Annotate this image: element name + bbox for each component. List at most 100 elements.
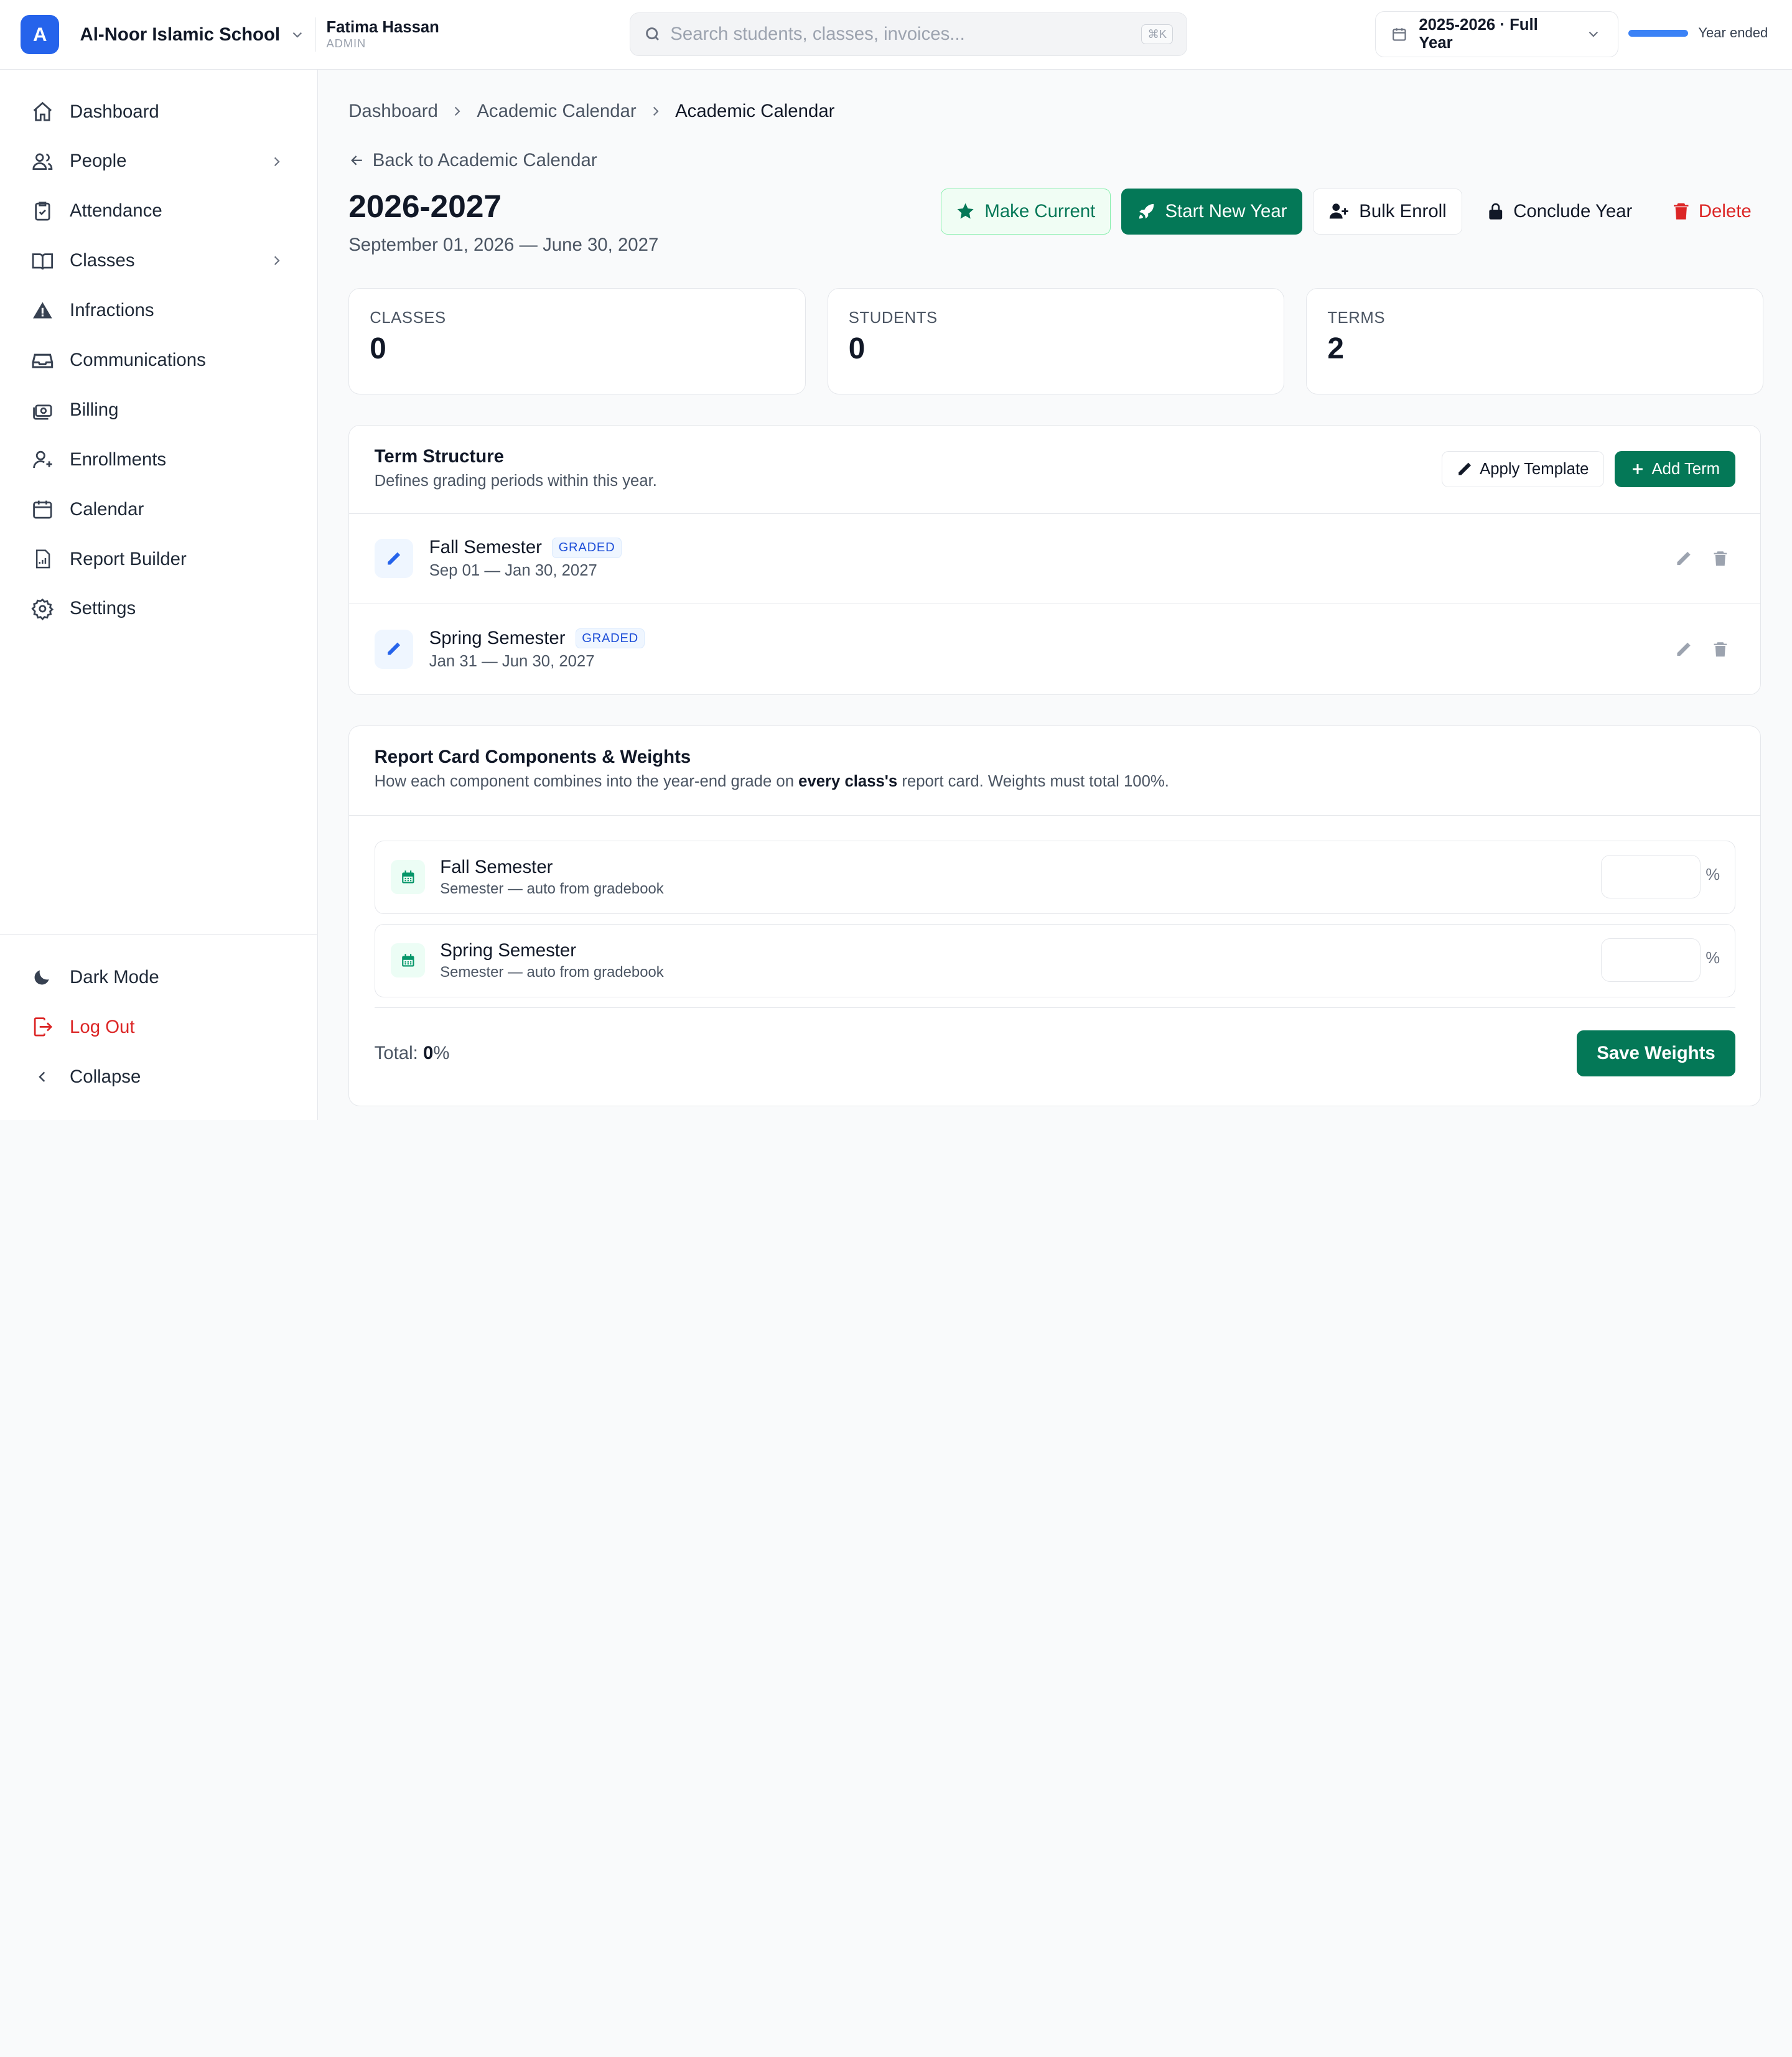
term-name: Spring Semester — [429, 628, 566, 649]
total-value: 0 — [422, 1043, 434, 1064]
sidebar-item-settings[interactable]: Settings — [0, 584, 317, 633]
term-dates: Jan 31 — Jun 30, 2027 — [429, 652, 595, 670]
make-current-button[interactable]: Make Current — [940, 189, 1111, 235]
delete-year-button[interactable]: Delete — [1658, 189, 1766, 234]
sidebar-item-people[interactable]: People — [0, 136, 317, 186]
logout-label: Log Out — [70, 1016, 135, 1037]
make-current-label: Make Current — [984, 200, 1096, 222]
lock-icon — [1487, 202, 1505, 221]
plus-icon — [1630, 462, 1645, 477]
sidebar-item-label: Communications — [70, 349, 206, 370]
component-source: Semester — auto from gradebook — [440, 963, 664, 981]
inbox-icon — [30, 348, 55, 373]
percent-sign: % — [1706, 949, 1720, 968]
page-subtitle: September 01, 2026 — June 30, 2027 — [348, 234, 659, 255]
sidebar: Dashboard People Attendance Classes Infr… — [0, 70, 318, 1120]
user-role: ADMIN — [326, 37, 366, 50]
year-progress-bar — [1628, 29, 1688, 37]
edit-term-pencil-icon[interactable] — [1675, 550, 1692, 567]
conclude-year-button[interactable]: Conclude Year — [1472, 189, 1647, 234]
user-plus-icon — [1328, 202, 1350, 221]
sidebar-item-enrollments[interactable]: Enrollments — [0, 435, 317, 485]
breadcrumb-dashboard[interactable]: Dashboard — [348, 101, 438, 122]
sidebar-item-classes[interactable]: Classes — [0, 236, 317, 286]
page-title: 2026-2027 — [348, 188, 502, 225]
users-icon — [30, 149, 55, 174]
top-bar: A Al-Noor Islamic School Fatima Hassan A… — [0, 0, 1792, 70]
add-term-label: Add Term — [1651, 460, 1720, 478]
weights-description-post: report card. Weights must total 100%. — [897, 772, 1169, 790]
component-list: Fall Semester Semester — auto from grade… — [349, 816, 1760, 997]
year-progress-fill — [1628, 29, 1688, 37]
stats-row: CLASSES 0 STUDENTS 0 TERMS 2 — [348, 287, 1763, 394]
sidebar-item-label: Classes — [70, 250, 135, 271]
term-structure-header: Term Structure Defines grading periods w… — [349, 426, 1761, 514]
delete-label: Delete — [1698, 200, 1752, 222]
sidebar-item-label: Attendance — [70, 200, 162, 222]
term-structure-card: Term Structure Defines grading periods w… — [348, 425, 1762, 695]
money-icon — [30, 398, 55, 422]
sidebar-item-label: Settings — [70, 598, 136, 619]
add-term-button[interactable]: Add Term — [1614, 450, 1735, 488]
calendar-icon — [30, 497, 55, 521]
chevron-down-icon — [289, 27, 306, 43]
dark-mode-toggle[interactable]: Dark Mode — [0, 953, 317, 1002]
chevron-left-icon — [30, 1064, 55, 1089]
stat-label: CLASSES — [370, 309, 446, 327]
sidebar-item-label: Billing — [70, 399, 119, 420]
term-info: Fall Semester GRADED Sep 01 — Jan 30, 20… — [429, 537, 622, 580]
term-row: Fall Semester GRADED Sep 01 — Jan 30, 20… — [349, 514, 1761, 604]
sidebar-item-billing[interactable]: Billing — [0, 385, 317, 435]
delete-term-trash-icon[interactable] — [1712, 550, 1729, 567]
weight-input[interactable] — [1601, 854, 1701, 898]
chevron-right-icon — [648, 103, 664, 119]
search-icon — [644, 26, 661, 43]
sidebar-item-infractions[interactable]: Infractions — [0, 286, 317, 335]
page-actions: Make Current Start New Year Bulk Enroll … — [940, 189, 1766, 235]
sidebar-item-attendance[interactable]: Attendance — [0, 186, 317, 236]
sidebar-item-dashboard[interactable]: Dashboard — [0, 87, 317, 137]
academic-year-select[interactable]: 2025-2026 · Full Year — [1374, 11, 1618, 57]
bulk-enroll-button[interactable]: Bulk Enroll — [1312, 189, 1462, 235]
sidebar-item-calendar[interactable]: Calendar — [0, 485, 317, 534]
user-info: Fatima Hassan ADMIN — [315, 17, 439, 52]
moon-icon — [30, 965, 55, 990]
chevron-right-icon — [449, 103, 465, 119]
total-unit: % — [433, 1043, 450, 1064]
weights-header: Report Card Components & Weights How eac… — [349, 726, 1761, 816]
start-new-year-button[interactable]: Start New Year — [1121, 189, 1303, 235]
academic-year-label: 2025-2026 · Full Year — [1419, 16, 1538, 52]
term-info: Spring Semester GRADED Jan 31 — Jun 30, … — [429, 628, 645, 671]
edit-term-pencil-icon[interactable] — [1675, 641, 1692, 658]
calendar-icon — [391, 943, 426, 978]
collapse-sidebar-button[interactable]: Collapse — [0, 1052, 317, 1102]
sidebar-item-label: Report Builder — [70, 548, 187, 569]
weight-input[interactable] — [1601, 938, 1701, 982]
graded-badge: GRADED — [552, 538, 622, 558]
home-icon — [30, 99, 55, 124]
stat-card-students: STUDENTS 0 — [827, 287, 1285, 394]
search-input[interactable]: Search students, classes, invoices... ⌘K — [630, 12, 1188, 56]
weights-total-row: Total: 0% Save Weights — [374, 1007, 1735, 1099]
school-switcher[interactable]: A Al-Noor Islamic School — [0, 0, 315, 69]
start-new-year-label: Start New Year — [1165, 200, 1287, 222]
component-row: Fall Semester Semester — auto from grade… — [374, 840, 1735, 914]
school-name: Al-Noor Islamic School — [80, 24, 281, 45]
logout-button[interactable]: Log Out — [0, 1002, 317, 1052]
sidebar-item-communications[interactable]: Communications — [0, 335, 317, 385]
term-name-row: Spring Semester GRADED — [429, 628, 645, 649]
apply-template-button[interactable]: Apply Template — [1441, 450, 1605, 488]
star-icon — [956, 202, 975, 221]
report-card-weights-card: Report Card Components & Weights How eac… — [348, 725, 1762, 1106]
back-link[interactable]: Back to Academic Calendar — [348, 150, 597, 171]
sidebar-item-report-builder[interactable]: Report Builder — [0, 534, 317, 584]
gear-icon — [30, 596, 55, 621]
weights-total: Total: 0% — [375, 1043, 1577, 1064]
save-weights-button[interactable]: Save Weights — [1577, 1030, 1735, 1076]
delete-term-trash-icon[interactable] — [1712, 641, 1729, 658]
collapse-label: Collapse — [70, 1066, 141, 1087]
apply-template-label: Apply Template — [1480, 460, 1589, 478]
conclude-year-label: Conclude Year — [1513, 200, 1633, 222]
back-link-label: Back to Academic Calendar — [372, 149, 597, 170]
breadcrumb-academic-calendar[interactable]: Academic Calendar — [477, 101, 636, 122]
